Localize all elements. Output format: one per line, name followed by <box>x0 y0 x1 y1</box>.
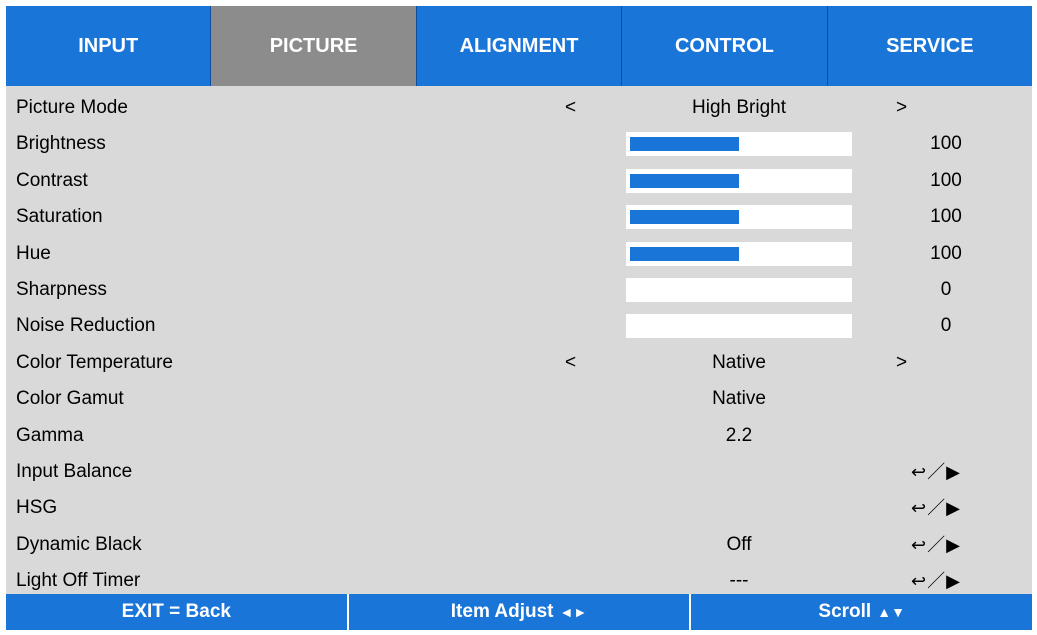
row-label: Color Gamut <box>16 388 124 410</box>
row-label: Brightness <box>16 133 106 155</box>
row-label: Sharpness <box>16 278 107 300</box>
slider-fill <box>630 173 739 188</box>
row-label: Picture Mode <box>16 97 128 118</box>
row-noise-reduction[interactable]: Noise Reduction 0 <box>6 308 1032 344</box>
row-label: HSG <box>16 497 58 519</box>
next-option-button[interactable]: > <box>896 90 907 126</box>
enter-submenu-icon[interactable]: ↩／▶ <box>911 454 961 490</box>
row-value: 100 <box>930 169 962 191</box>
settings-list: Picture Mode < High Bright > Brightness … <box>6 90 1032 599</box>
up-down-arrows-icon: ▲▼ <box>877 604 905 620</box>
row-label: Saturation <box>16 206 103 228</box>
row-label: Dynamic Black <box>16 533 142 555</box>
row-gamma[interactable]: Gamma 2.2 <box>6 418 1032 454</box>
tab-control[interactable]: CONTROL <box>621 6 827 86</box>
tab-alignment[interactable]: ALIGNMENT <box>415 6 622 86</box>
slider-fill <box>630 246 739 261</box>
prev-option-button[interactable]: < <box>565 345 576 381</box>
hue-slider[interactable] <box>626 241 852 266</box>
contrast-slider[interactable] <box>626 168 852 193</box>
row-value: Native <box>712 351 766 373</box>
sharpness-slider[interactable] <box>626 277 852 302</box>
scroll-label: Scroll <box>818 601 872 622</box>
row-label: Noise Reduction <box>16 315 156 337</box>
row-label: Hue <box>16 242 51 264</box>
prev-option-button[interactable]: < <box>565 90 576 126</box>
row-label: Contrast <box>16 169 88 191</box>
row-dynamic-black[interactable]: Dynamic Black Off ↩／▶ <box>6 527 1032 563</box>
row-value: 100 <box>930 133 962 155</box>
menu-tabs: INPUT PICTURE ALIGNMENT CONTROL SERVICE <box>6 6 1033 86</box>
exit-back-button[interactable]: EXIT = Back <box>6 594 347 630</box>
row-hue[interactable]: Hue 100 <box>6 236 1032 272</box>
noise-reduction-slider[interactable] <box>626 314 852 339</box>
row-color-gamut[interactable]: Color Gamut Native <box>6 381 1032 417</box>
row-value: 0 <box>940 278 952 300</box>
row-contrast[interactable]: Contrast 100 <box>6 163 1032 199</box>
footer-hints: EXIT = Back Item Adjust ◄► Scroll ▲▼ <box>6 594 1033 630</box>
brightness-slider[interactable] <box>626 132 852 157</box>
row-value: 2.2 <box>725 424 753 446</box>
row-input-balance[interactable]: Input Balance ↩／▶ <box>6 454 1032 490</box>
row-color-temperature[interactable]: Color Temperature < Native > <box>6 345 1032 381</box>
row-label: Color Temperature <box>16 351 174 373</box>
row-hsg[interactable]: HSG ↩／▶ <box>6 490 1032 526</box>
row-label: Gamma <box>16 424 84 446</box>
enter-submenu-icon[interactable]: ↩／▶ <box>911 490 961 526</box>
slider-fill <box>630 137 739 152</box>
row-label: Input Balance <box>16 460 133 482</box>
exit-label: EXIT = Back <box>121 601 231 622</box>
tab-picture[interactable]: PICTURE <box>210 6 416 86</box>
next-option-button[interactable]: > <box>896 345 907 381</box>
scroll-hint: Scroll ▲▼ <box>689 594 1033 630</box>
left-right-arrows-icon: ◄► <box>559 604 588 620</box>
enter-submenu-icon[interactable]: ↩／▶ <box>911 527 961 563</box>
row-value: Native <box>712 388 766 410</box>
row-value: Off <box>726 533 752 555</box>
row-value: 100 <box>930 242 962 264</box>
item-adjust-hint: Item Adjust ◄► <box>346 594 690 630</box>
tab-input[interactable]: INPUT <box>6 6 211 86</box>
row-saturation[interactable]: Saturation 100 <box>6 199 1032 235</box>
row-brightness[interactable]: Brightness 100 <box>6 126 1032 162</box>
slider-fill <box>630 210 739 225</box>
osd-menu: INPUT PICTURE ALIGNMENT CONTROL SERVICE … <box>6 6 1033 630</box>
row-value: High Bright <box>692 97 786 118</box>
row-picture-mode[interactable]: Picture Mode < High Bright > <box>6 90 1032 126</box>
row-value: 0 <box>940 315 952 337</box>
saturation-slider[interactable] <box>626 205 852 230</box>
adjust-label: Item Adjust <box>450 601 554 622</box>
tab-service[interactable]: SERVICE <box>826 6 1033 86</box>
row-value: 100 <box>930 206 962 228</box>
row-sharpness[interactable]: Sharpness 0 <box>6 272 1032 308</box>
